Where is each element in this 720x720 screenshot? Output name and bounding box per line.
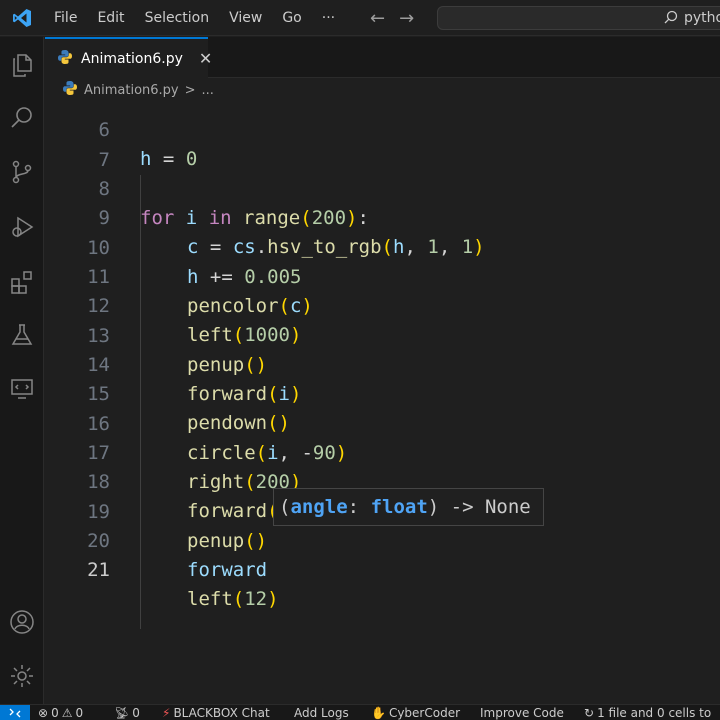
warning-count: 0 bbox=[75, 706, 84, 720]
sig-param-name: angle bbox=[290, 496, 348, 518]
code-line: 17 right(200) bbox=[45, 410, 720, 493]
navigation-arrows: ← → bbox=[370, 0, 414, 36]
antenna-icon: 📡︎ bbox=[114, 706, 130, 720]
sync-icon: ↻ bbox=[584, 706, 595, 720]
improve-code-label: Improve Code bbox=[480, 706, 564, 720]
source-control-icon[interactable] bbox=[4, 154, 40, 190]
code-line: 6 h = 0 bbox=[45, 100, 720, 170]
account-icon[interactable] bbox=[4, 604, 40, 640]
code-line: 13 penup() bbox=[45, 293, 720, 376]
code-text: left(12) bbox=[187, 588, 279, 610]
code-editor[interactable]: 6 h = 0 7 8 for i in range(200): 9 c = c… bbox=[45, 100, 720, 704]
code-line: 10 h += 0.005 bbox=[45, 205, 720, 288]
blackbox-icon: ⚡ bbox=[162, 706, 171, 720]
sig-suffix: ) -> None bbox=[427, 496, 531, 518]
search-icon bbox=[664, 9, 678, 28]
blackbox-label: BLACKBOX Chat bbox=[173, 706, 270, 720]
menu-edit[interactable]: Edit bbox=[87, 0, 134, 36]
code-line: 12 left(1000) bbox=[45, 263, 720, 346]
code-line: 7 bbox=[45, 117, 720, 171]
menu-go[interactable]: Go bbox=[272, 0, 311, 36]
python-file-icon bbox=[57, 49, 73, 69]
search-icon[interactable] bbox=[4, 100, 40, 136]
ports-count: 0 bbox=[132, 706, 140, 720]
status-bar: ⊗ 0 ⚠ 0 📡︎ 0 ⚡ BLACKBOX Chat Add Logs ✋ Cyber… bbox=[0, 704, 720, 720]
close-icon[interactable]: ✕ bbox=[199, 49, 212, 68]
python-file-icon bbox=[62, 80, 78, 100]
tab-animation6[interactable]: Animation6.py ✕ bbox=[45, 37, 212, 78]
breadcrumb-file[interactable]: Animation6.py bbox=[84, 83, 179, 98]
explorer-icon[interactable] bbox=[4, 47, 40, 83]
cybercoder-button[interactable]: ✋ CyberCoder bbox=[371, 706, 460, 720]
code-line: 21 left(12) bbox=[45, 527, 720, 610]
hand-icon: ✋ bbox=[371, 706, 386, 720]
sig-colon: : bbox=[347, 496, 360, 518]
code-line: 11 pencolor(c) bbox=[45, 234, 720, 317]
code-line: 14 forward(i) bbox=[45, 322, 720, 405]
vscode-logo-icon bbox=[0, 0, 44, 36]
breadcrumb: Animation6.py > ... bbox=[62, 80, 214, 100]
breadcrumb-more[interactable]: ... bbox=[202, 83, 214, 98]
warning-icon: ⚠ bbox=[61, 706, 73, 720]
add-logs-label: Add Logs bbox=[294, 706, 349, 720]
extensions-icon[interactable] bbox=[4, 264, 40, 300]
title-bar: File Edit Selection View Go ··· ← → pyth… bbox=[0, 0, 720, 36]
code-line: 15 pendown() bbox=[45, 351, 720, 434]
remote-explorer-icon[interactable] bbox=[4, 371, 40, 407]
line-number: 21 bbox=[87, 559, 110, 581]
error-icon: ⊗ bbox=[38, 706, 49, 720]
code-line: 16 circle(i, -90) bbox=[45, 381, 720, 464]
add-logs-button[interactable]: Add Logs bbox=[294, 706, 349, 720]
sig-param-type: float bbox=[370, 496, 428, 518]
problems-indicator[interactable]: ⊗ 0 ⚠ 0 bbox=[38, 706, 83, 720]
code-line: 18 forward(i) bbox=[45, 439, 720, 522]
tab-label: Animation6.py bbox=[81, 50, 183, 67]
remote-indicator[interactable] bbox=[0, 705, 30, 720]
improve-code-button[interactable]: Improve Code bbox=[480, 706, 564, 720]
ports-indicator[interactable]: 📡︎ 0 bbox=[114, 706, 140, 720]
menu-selection[interactable]: Selection bbox=[135, 0, 220, 36]
signature-help-popup: (angle: float) -> None bbox=[273, 488, 544, 526]
code-text: forward bbox=[187, 559, 268, 581]
code-line: 9 c = cs.hsv_to_rgb(h, 1, 1) bbox=[45, 175, 720, 258]
menu-file[interactable]: File bbox=[44, 0, 87, 36]
command-center-text: python bbox=[684, 10, 720, 26]
error-count: 0 bbox=[51, 706, 59, 720]
forward-arrow-icon[interactable]: → bbox=[399, 8, 414, 29]
code-line: 8 for i in range(200): bbox=[45, 146, 720, 229]
activity-bar bbox=[0, 37, 44, 704]
run-debug-icon[interactable] bbox=[4, 209, 40, 245]
back-arrow-icon[interactable]: ← bbox=[370, 8, 385, 29]
settings-gear-icon[interactable] bbox=[4, 658, 40, 694]
menu-more[interactable]: ··· bbox=[312, 0, 345, 36]
tab-bar: Animation6.py ✕ bbox=[45, 37, 720, 78]
sig-open: ( bbox=[279, 496, 291, 518]
cells-status[interactable]: ↻ 1 file and 0 cells to bbox=[584, 706, 711, 720]
cybercoder-label: CyberCoder bbox=[388, 706, 461, 720]
menu-view[interactable]: View bbox=[219, 0, 272, 36]
testing-icon[interactable] bbox=[4, 317, 40, 353]
blackbox-chat-button[interactable]: ⚡ BLACKBOX Chat bbox=[162, 706, 270, 720]
cells-label: 1 file and 0 cells to bbox=[597, 706, 712, 720]
breadcrumb-separator: > bbox=[184, 82, 196, 98]
command-center-search[interactable]: python bbox=[437, 6, 720, 30]
